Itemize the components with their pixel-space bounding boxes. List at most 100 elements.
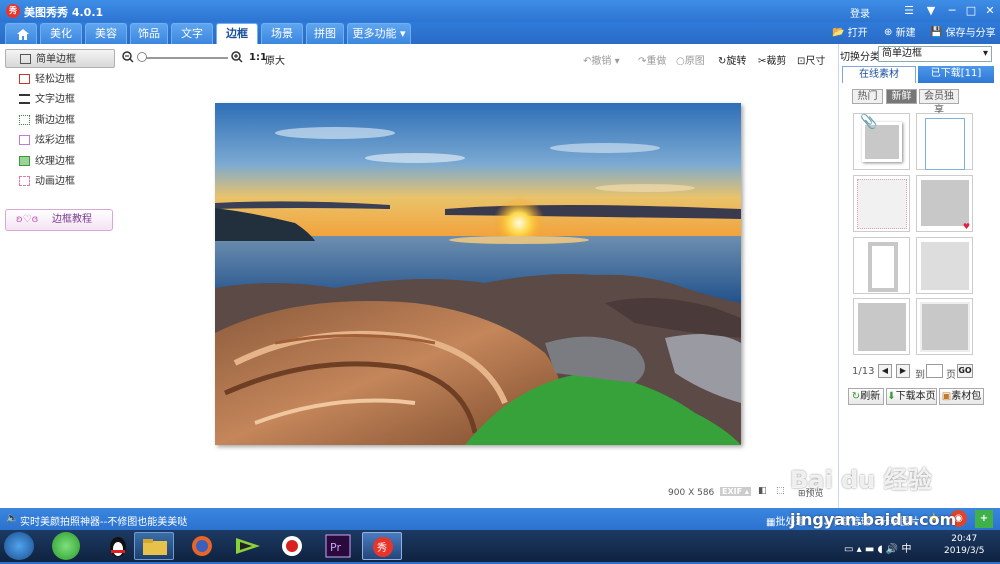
- tab-beautify[interactable]: 美化: [40, 23, 82, 44]
- play-triangle-icon: [236, 538, 260, 554]
- material-pack-button[interactable]: ▣素材包: [939, 388, 984, 405]
- resize-button[interactable]: ⊡尺寸: [797, 52, 825, 67]
- original-image-label: 原图: [684, 56, 705, 67]
- subtab-hot[interactable]: 热门: [852, 89, 883, 104]
- close-button[interactable]: ✕: [981, 3, 999, 19]
- meitu-taskbar-icon[interactable]: 秀: [362, 532, 402, 560]
- menu-icon[interactable]: ▼: [922, 3, 940, 19]
- folder-icon: [143, 539, 167, 555]
- record-icon: [282, 536, 302, 556]
- category-select[interactable]: 简单边框 ▾: [878, 46, 992, 62]
- tab-text[interactable]: 文字: [171, 23, 213, 44]
- zoom-slider-handle[interactable]: [137, 52, 147, 62]
- subtab-vip[interactable]: 会员独享: [919, 89, 959, 116]
- maximize-button[interactable]: □: [962, 3, 980, 19]
- save-share-button[interactable]: 💾 保存与分享: [930, 26, 996, 41]
- frame-item-colorful[interactable]: 炫彩边框: [5, 131, 115, 150]
- frame-thumbnail[interactable]: [853, 237, 910, 294]
- redo-button[interactable]: ↷重做: [638, 52, 666, 67]
- rotate-button[interactable]: ↻旋转: [718, 52, 746, 67]
- frame-thumbnail[interactable]: ♥: [916, 175, 973, 232]
- compare-icon[interactable]: ◧: [758, 486, 767, 496]
- title-bar: 秀 美图秀秀 4.0.1 登录 ☰ ▼ ─ □ ✕: [0, 0, 1000, 22]
- dimension-separator: X: [688, 488, 695, 498]
- file-explorer-icon[interactable]: [134, 532, 174, 560]
- edited-photo[interactable]: [215, 103, 741, 445]
- zoom-slider-track[interactable]: [140, 57, 228, 59]
- recorder-icon[interactable]: [272, 532, 312, 560]
- subtab-new[interactable]: 新鲜: [886, 89, 917, 104]
- meitu-logo-icon: 秀: [373, 537, 393, 557]
- tab-face[interactable]: 美容: [85, 23, 127, 44]
- frame-item-simple[interactable]: 简单边框: [5, 49, 115, 68]
- next-page-button[interactable]: ▶: [896, 364, 910, 378]
- light-frame-icon: [19, 74, 30, 84]
- start-button[interactable]: [4, 532, 34, 560]
- tray-icons[interactable]: ▭ ▴ ▬ ◖ 🔊 中: [844, 540, 912, 555]
- frame-thumbnail[interactable]: [853, 298, 910, 355]
- login-link[interactable]: 登录: [850, 5, 870, 20]
- download-page-button[interactable]: ⬇下载本页: [886, 388, 937, 405]
- frame-item-torn[interactable]: 撕边边框: [5, 111, 115, 130]
- prev-page-button[interactable]: ◀: [878, 364, 892, 378]
- page-input[interactable]: [926, 364, 943, 378]
- refresh-icon: ↻: [851, 391, 861, 402]
- tab-home[interactable]: [5, 23, 37, 44]
- undo-label: 撤销: [591, 56, 612, 67]
- promo-link[interactable]: 实时美颜拍照神器--不修图也能美美哒: [20, 513, 187, 528]
- thumb-preview: [920, 302, 970, 352]
- frame-item-light[interactable]: 轻松边框: [5, 70, 115, 89]
- tab-online-material[interactable]: 在线素材: [842, 66, 916, 83]
- tab-scene[interactable]: 场景: [261, 23, 303, 44]
- frame-item-animated[interactable]: 动画边框: [5, 172, 115, 191]
- split-view-icon[interactable]: ⬚: [776, 486, 785, 496]
- os-taskbar: Pr 秀 ▭ ▴ ▬ ◖ 🔊 中 20:47 2019/3/5: [0, 530, 1000, 562]
- watermark-logo: Bai du 经验: [790, 466, 932, 494]
- tab-accessories[interactable]: 饰品: [130, 23, 168, 44]
- open-button[interactable]: 📂 打开: [832, 26, 868, 41]
- zoom-in-icon[interactable]: [231, 51, 243, 63]
- exif-button[interactable]: EXIF ▴: [720, 487, 751, 496]
- system-clock[interactable]: 20:47 2019/3/5: [944, 533, 984, 557]
- original-size-label[interactable]: 原大: [265, 52, 285, 67]
- add-icon[interactable]: +: [975, 510, 993, 528]
- frame-thumbnail[interactable]: 📎: [853, 113, 910, 170]
- minimize-button[interactable]: ─: [943, 3, 961, 19]
- chevron-down-icon: ▾: [982, 48, 988, 59]
- app-title: 美图秀秀 4.0.1: [24, 6, 104, 19]
- crop-button[interactable]: ✂裁剪: [758, 52, 786, 67]
- tab-downloaded[interactable]: 已下载[11]: [918, 66, 994, 83]
- skin-icon[interactable]: ☰: [900, 3, 918, 19]
- original-image-button[interactable]: ○原图: [676, 52, 705, 67]
- frame-thumbnail[interactable]: [916, 298, 973, 355]
- premiere-icon[interactable]: Pr: [318, 532, 358, 560]
- torn-frame-icon: [19, 115, 30, 125]
- download-page-label: 下载本页: [895, 391, 936, 402]
- app-360-icon[interactable]: [52, 532, 80, 560]
- frame-thumbnail[interactable]: [916, 113, 973, 170]
- qq-icon[interactable]: [98, 532, 138, 560]
- frame-thumbnail[interactable]: [916, 237, 973, 294]
- plus-circle-icon: ⊕: [884, 27, 893, 38]
- zoom-out-icon[interactable]: [122, 51, 134, 63]
- frame-item-label: 动画边框: [35, 176, 75, 187]
- frame-item-label: 简单边框: [36, 54, 76, 65]
- tab-collage[interactable]: 拼图: [306, 23, 344, 44]
- new-button[interactable]: ⊕ 新建: [884, 26, 916, 41]
- frame-item-text[interactable]: 文字边框: [5, 90, 115, 109]
- undo-button[interactable]: ↶撤销 ▾: [583, 52, 620, 67]
- download-icon: ⬇: [887, 391, 896, 402]
- package-icon: ▣: [941, 391, 952, 402]
- frame-item-texture[interactable]: 纹理边框: [5, 152, 115, 171]
- svg-text:Pr: Pr: [330, 541, 341, 554]
- refresh-button[interactable]: ↻刷新: [848, 388, 884, 405]
- firefox-icon[interactable]: [182, 532, 222, 560]
- folder-icon: 📂: [832, 27, 845, 38]
- go-button[interactable]: GO: [957, 364, 973, 378]
- tab-frame[interactable]: 边框: [216, 23, 258, 44]
- frame-tutorial-button[interactable]: ʚ♡ɞ 边框教程: [5, 209, 113, 231]
- tab-more[interactable]: 更多功能 ▾: [347, 23, 411, 44]
- frame-thumbnail[interactable]: [853, 175, 910, 232]
- save-share-label: 保存与分享: [945, 28, 996, 39]
- media-player-icon[interactable]: [228, 532, 268, 560]
